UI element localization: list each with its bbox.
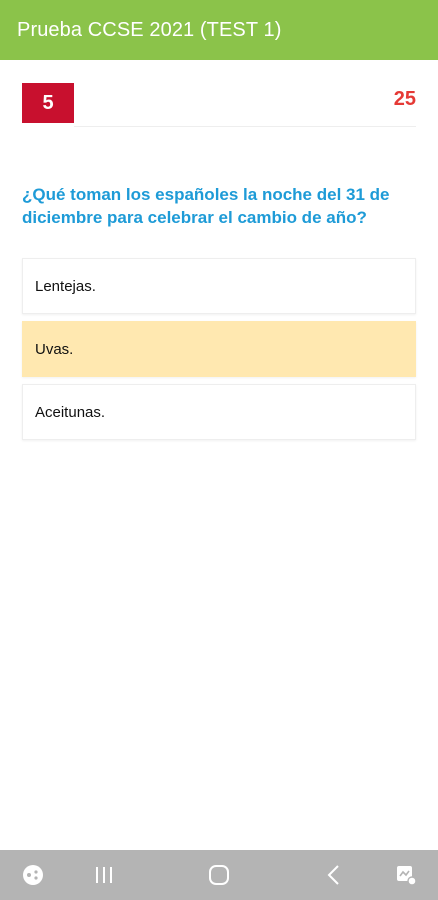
recent-apps-icon[interactable] bbox=[93, 864, 115, 886]
home-icon[interactable] bbox=[207, 863, 231, 887]
back-icon[interactable] bbox=[323, 863, 345, 887]
game-icon[interactable] bbox=[21, 863, 45, 887]
header-divider bbox=[74, 126, 416, 127]
question-number-badge: 5 bbox=[22, 83, 74, 123]
question-total: 25 bbox=[393, 88, 416, 110]
answer-option[interactable]: Lentejas. bbox=[22, 258, 416, 314]
app-title: Prueba CCSE 2021 (TEST 1) bbox=[17, 18, 282, 41]
answer-option-label: Lentejas. bbox=[35, 277, 96, 295]
answer-option-label: Uvas. bbox=[35, 340, 74, 358]
answer-option[interactable]: Aceitunas. bbox=[22, 384, 416, 440]
answer-option-selected[interactable]: Uvas. bbox=[22, 321, 416, 377]
app-bar: Prueba CCSE 2021 (TEST 1) bbox=[0, 0, 438, 60]
system-nav-bar bbox=[0, 850, 438, 900]
assistant-icon[interactable] bbox=[394, 863, 418, 887]
answer-option-label: Aceitunas. bbox=[35, 403, 106, 421]
question-text: ¿Qué toman los españoles la noche del 31… bbox=[22, 185, 390, 227]
